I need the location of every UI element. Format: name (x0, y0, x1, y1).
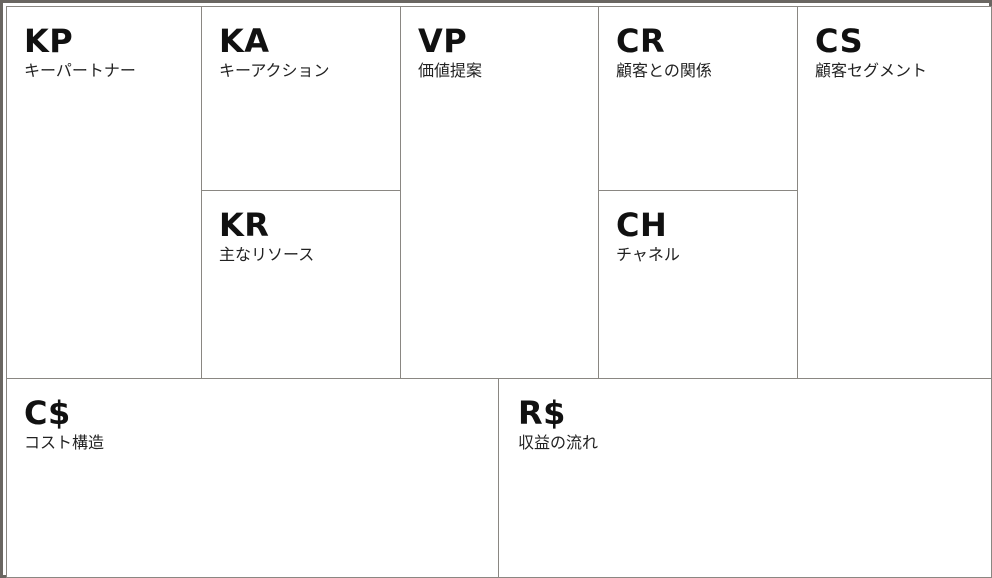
key-resources-code: KR (219, 206, 270, 244)
revenue-streams-block[interactable]: R$ 収益の流れ (498, 378, 992, 578)
key-activities-label: キーアクション (219, 61, 330, 80)
channels-block[interactable]: CH チャネル (598, 190, 798, 379)
business-model-canvas: KP キーパートナー KA キーアクション KR 主なリソース VP 価値提案 … (0, 0, 992, 578)
key-resources-block[interactable]: KR 主なリソース (201, 190, 401, 379)
channels-label: チャネル (616, 245, 680, 264)
customer-segments-label: 顧客セグメント (815, 61, 928, 80)
revenue-streams-code: R$ (518, 394, 566, 432)
key-activities-block[interactable]: KA キーアクション (201, 6, 401, 191)
cost-structure-code: C$ (24, 394, 71, 432)
customer-relationships-block[interactable]: CR 顧客との関係 (598, 6, 798, 191)
key-activities-code: KA (219, 22, 270, 60)
cost-structure-label: コスト構造 (24, 433, 105, 452)
cost-structure-block[interactable]: C$ コスト構造 (6, 378, 499, 578)
customer-relationships-code: CR (616, 22, 666, 60)
key-partners-block[interactable]: KP キーパートナー (6, 6, 202, 379)
customer-segments-block[interactable]: CS 顧客セグメント (797, 6, 992, 379)
value-propositions-block[interactable]: VP 価値提案 (400, 6, 599, 379)
customer-segments-code: CS (815, 22, 864, 60)
customer-relationships-label: 顧客との関係 (616, 61, 712, 80)
value-propositions-code: VP (418, 22, 468, 60)
revenue-streams-label: 収益の流れ (518, 433, 599, 452)
key-partners-label: キーパートナー (24, 61, 136, 80)
key-partners-code: KP (24, 22, 74, 60)
channels-code: CH (616, 206, 668, 244)
key-resources-label: 主なリソース (219, 245, 315, 264)
value-propositions-label: 価値提案 (418, 61, 483, 80)
